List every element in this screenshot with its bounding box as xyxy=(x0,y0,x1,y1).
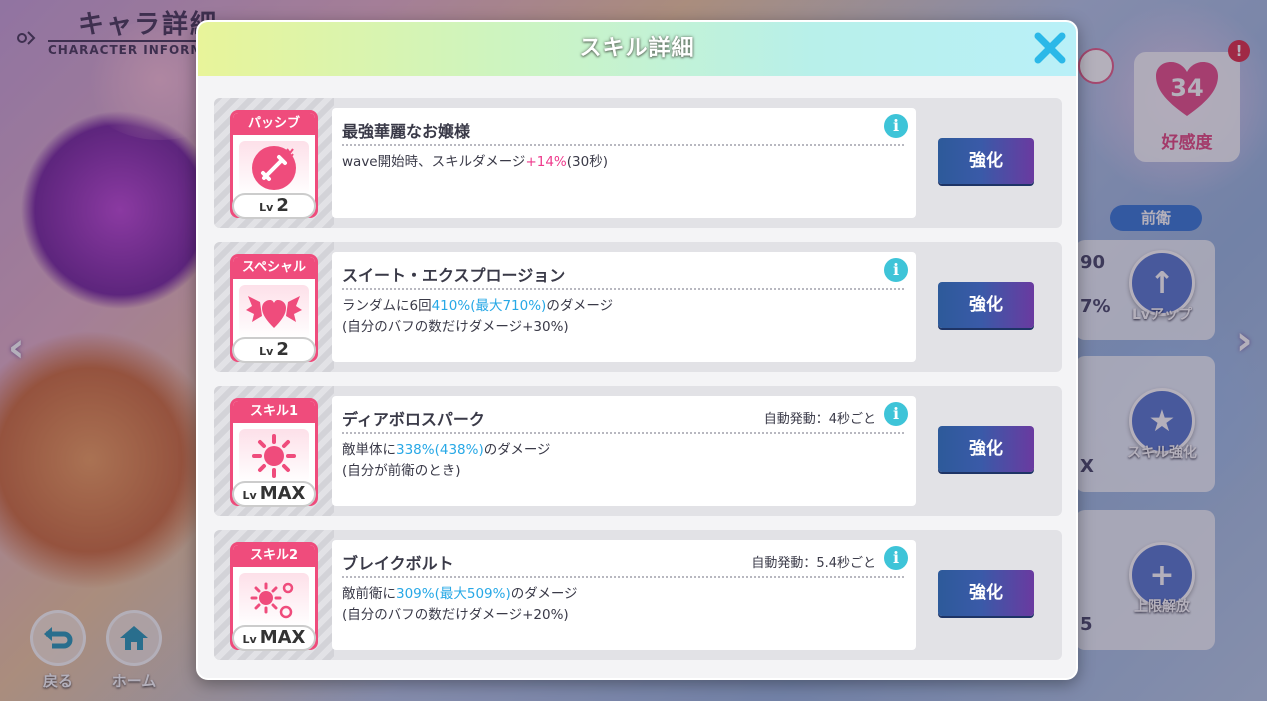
close-icon[interactable] xyxy=(1030,28,1070,68)
auto-trigger-text: 自動発動：5.4秒ごと xyxy=(751,556,876,571)
desc-highlight: +14% xyxy=(525,154,567,170)
multi-burst-icon xyxy=(239,573,309,627)
desc-line-1: ランダムに6回410%(最大710%)のダメージ xyxy=(342,296,613,317)
skill-name: ブレイクボルト xyxy=(342,554,454,573)
info-icon[interactable]: i xyxy=(884,402,908,426)
lv-prefix: Lv xyxy=(242,489,257,502)
skill-card-passive: パッシブ Lv 2 最強華麗なお嬢様 i wave開始時、スキルダメージ+14%(… xyxy=(214,98,1062,228)
desc-line-1: 敵前衛に309%(最大509%)のダメージ xyxy=(342,584,578,605)
skill-level: Lv MAX xyxy=(232,481,316,507)
sun-burst-icon xyxy=(239,429,309,483)
desc-line-1: wave開始時、スキルダメージ+14%(30秒) xyxy=(342,152,608,173)
desc-line-1: 敵単体に338%(438%)のダメージ xyxy=(342,440,551,461)
desc-text: ランダムに6回 xyxy=(342,298,432,314)
skill-info: 最強華麗なお嬢様 i wave開始時、スキルダメージ+14%(30秒) xyxy=(332,108,916,218)
desc-text: のダメージ xyxy=(510,586,578,602)
divider xyxy=(342,576,904,578)
level-value: 2 xyxy=(276,339,289,360)
desc-text: wave開始時、スキルダメージ xyxy=(342,154,526,170)
lv-prefix: Lv xyxy=(259,345,274,358)
desc-text: 敵単体に xyxy=(342,442,396,458)
info-icon[interactable]: i xyxy=(884,258,908,282)
skill-type-tag: パッシブ xyxy=(233,113,315,135)
sword-icon xyxy=(239,141,309,195)
level-value: MAX xyxy=(259,627,306,648)
skill-level: Lv 2 xyxy=(232,337,316,363)
modal-header: スキル詳細 xyxy=(198,22,1076,76)
desc-text: のダメージ xyxy=(483,442,551,458)
modal-title: スキル詳細 xyxy=(579,36,695,61)
skill-type-tag: スキル1 xyxy=(233,401,315,423)
level-value: 2 xyxy=(276,195,289,216)
desc-highlight: 410%(最大710%) xyxy=(431,298,547,314)
skill-info: ブレイクボルト 自動発動：5.4秒ごと i 敵前衛に309%(最大509%)のダ… xyxy=(332,540,916,650)
divider xyxy=(342,288,904,290)
lv-prefix: Lv xyxy=(259,201,274,214)
wings-heart-icon xyxy=(239,285,309,339)
skill-card-skill1: スキル1 Lv MAX ディアボロスパーク 自動発動：4秒ごと i 敵単体に338… xyxy=(214,386,1062,516)
level-value: MAX xyxy=(259,483,306,504)
skill-detail-modal: スキル詳細 パッシブ Lv 2 最強華麗なお嬢様 i wave開始時、スキルダメー… xyxy=(196,20,1078,680)
info-icon[interactable]: i xyxy=(884,114,908,138)
skill-type-tag: スペシャル xyxy=(233,257,315,279)
skill-name: スイート・エクスプロージョン xyxy=(342,266,566,285)
desc-line-2: (自分が前衛のとき) xyxy=(342,463,461,479)
skill-info: スイート・エクスプロージョン i ランダムに6回410%(最大710%)のダメー… xyxy=(332,252,916,362)
skill-description: ランダムに6回410%(最大710%)のダメージ (自分のバフの数だけダメージ+… xyxy=(342,296,613,338)
skill-level: Lv 2 xyxy=(232,193,316,219)
divider xyxy=(342,144,904,146)
skill-description: wave開始時、スキルダメージ+14%(30秒) xyxy=(342,152,608,173)
skill-description: 敵前衛に309%(最大509%)のダメージ (自分のバフの数だけダメージ+20%… xyxy=(342,584,578,626)
lv-prefix: Lv xyxy=(242,633,257,646)
desc-text: (30秒) xyxy=(566,154,608,170)
enhance-button[interactable]: 強化 xyxy=(938,570,1034,616)
skill-type-tag: スキル2 xyxy=(233,545,315,567)
skill-level: Lv MAX xyxy=(232,625,316,651)
desc-line-2: (自分のバフの数だけダメージ+30%) xyxy=(342,319,569,335)
desc-highlight: 309%(最大509%) xyxy=(396,586,511,602)
skill-info: ディアボロスパーク 自動発動：4秒ごと i 敵単体に338%(438%)のダメー… xyxy=(332,396,916,506)
enhance-button[interactable]: 強化 xyxy=(938,426,1034,472)
info-icon[interactable]: i xyxy=(884,546,908,570)
desc-highlight: 338%(438%) xyxy=(396,442,484,458)
skill-description: 敵単体に338%(438%)のダメージ (自分が前衛のとき) xyxy=(342,440,551,482)
skill-name: ディアボロスパーク xyxy=(342,410,485,429)
desc-text: のダメージ xyxy=(546,298,614,314)
divider xyxy=(342,432,904,434)
enhance-button[interactable]: 強化 xyxy=(938,138,1034,184)
skill-card-special: スペシャル Lv 2 スイート・エクスプロージョン i ランダムに6回410%(最… xyxy=(214,242,1062,372)
skill-card-skill2: スキル2 Lv MAX ブレイクボルト 自動発動：5.4秒ごと i 敵前衛に309… xyxy=(214,530,1062,660)
desc-line-2: (自分のバフの数だけダメージ+20%) xyxy=(342,607,569,623)
auto-trigger-text: 自動発動：4秒ごと xyxy=(763,412,876,427)
skill-name: 最強華麗なお嬢様 xyxy=(342,122,471,141)
enhance-button[interactable]: 強化 xyxy=(938,282,1034,328)
desc-text: 敵前衛に xyxy=(342,586,396,602)
